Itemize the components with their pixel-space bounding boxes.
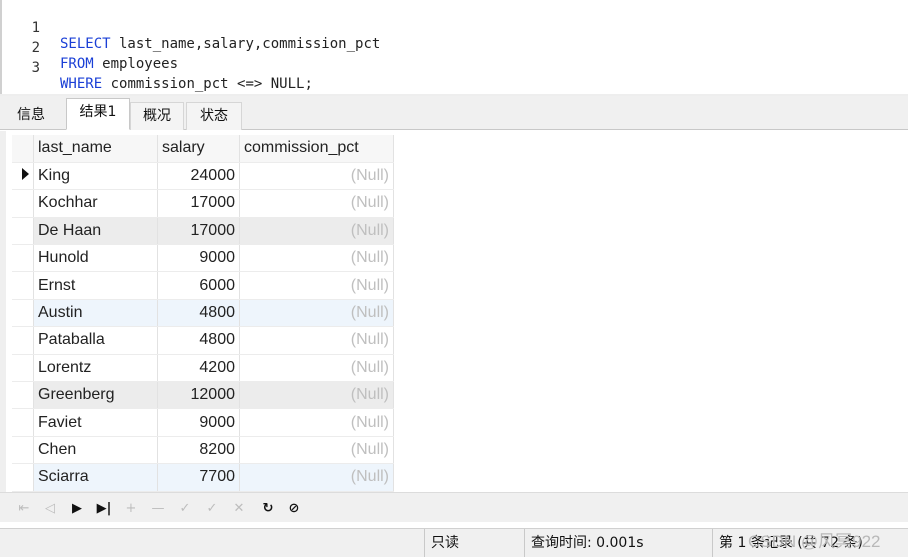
cell-salary[interactable]: 17000 bbox=[157, 189, 240, 218]
code-line-2: 2 FROM employees bbox=[2, 24, 178, 72]
cell-salary[interactable]: 9000 bbox=[157, 244, 240, 273]
edit-record-icon[interactable]: ✓ bbox=[175, 498, 195, 518]
cell-salary[interactable]: 12000 bbox=[157, 381, 240, 410]
cell-salary[interactable]: 9000 bbox=[157, 408, 240, 437]
line-number: 3 bbox=[31, 60, 40, 76]
results-grid: last_name salary commission_pct King 240… bbox=[0, 131, 908, 492]
cell-salary[interactable]: 6000 bbox=[157, 271, 240, 300]
cell-commission-pct[interactable]: (Null) bbox=[239, 463, 394, 492]
tab-status[interactable]: 状态 bbox=[186, 102, 242, 130]
cell-commission-pct[interactable]: (Null) bbox=[239, 162, 394, 191]
delete-record-icon[interactable]: — bbox=[148, 498, 168, 518]
add-record-icon[interactable]: + bbox=[121, 498, 141, 518]
sql-text: employees bbox=[93, 56, 179, 72]
table-row[interactable]: De Haan 17000 (Null) bbox=[12, 217, 394, 246]
cell-commission-pct[interactable]: (Null) bbox=[239, 217, 394, 246]
cell-last-name[interactable]: Ernst bbox=[33, 271, 158, 300]
cell-commission-pct[interactable]: (Null) bbox=[239, 271, 394, 300]
header-row: last_name salary commission_pct bbox=[12, 135, 394, 163]
table-row[interactable]: Pataballa 4800 (Null) bbox=[12, 326, 394, 355]
table-row[interactable]: Sciarra 7700 (Null) bbox=[12, 463, 394, 492]
sql-text: last_name,salary,commission_pct bbox=[110, 36, 381, 52]
cell-last-name[interactable]: Lorentz bbox=[33, 354, 158, 383]
status-read-only: 只读 bbox=[424, 529, 524, 557]
cell-salary[interactable]: 4200 bbox=[157, 354, 240, 383]
cell-last-name[interactable]: Chen bbox=[33, 436, 158, 465]
cell-commission-pct[interactable]: (Null) bbox=[239, 408, 394, 437]
result-tabs: 信息 结果1 概况 状态 bbox=[0, 96, 908, 130]
cancel-changes-icon[interactable]: ✕ bbox=[229, 498, 249, 518]
column-header-salary[interactable]: salary bbox=[157, 135, 240, 163]
cell-salary[interactable]: 7700 bbox=[157, 463, 240, 492]
code-line-3: 3 WHERE commission_pct <=> NULL; bbox=[2, 44, 313, 92]
cell-last-name[interactable]: Faviet bbox=[33, 408, 158, 437]
cell-commission-pct[interactable]: (Null) bbox=[239, 436, 394, 465]
cell-salary[interactable]: 4800 bbox=[157, 299, 240, 328]
current-row-arrow-icon bbox=[22, 168, 29, 181]
cell-last-name[interactable]: Kochhar bbox=[33, 189, 158, 218]
last-record-icon[interactable]: ▶| bbox=[94, 498, 114, 518]
cell-last-name[interactable]: King bbox=[33, 162, 158, 191]
cell-commission-pct[interactable]: (Null) bbox=[239, 326, 394, 355]
cell-last-name[interactable]: Greenberg bbox=[33, 381, 158, 410]
watermark: CSDN @风冥922 bbox=[748, 532, 881, 551]
cell-last-name[interactable]: De Haan bbox=[33, 217, 158, 246]
tab-result-1[interactable]: 结果1 bbox=[66, 98, 130, 130]
cell-last-name[interactable]: Pataballa bbox=[33, 326, 158, 355]
cell-last-name[interactable]: Sciarra bbox=[33, 463, 158, 492]
status-query-time: 查询时间: 0.001s bbox=[524, 529, 712, 557]
column-header-last-name[interactable]: last_name bbox=[33, 135, 158, 163]
table-row[interactable]: Lorentz 4200 (Null) bbox=[12, 354, 394, 383]
next-record-icon[interactable]: ▶ bbox=[67, 498, 87, 518]
table-row[interactable]: Kochhar 17000 (Null) bbox=[12, 189, 394, 218]
apply-changes-icon[interactable]: ✓ bbox=[202, 498, 222, 518]
first-record-icon[interactable]: ⇤ bbox=[14, 498, 34, 518]
prev-record-icon[interactable]: ◁ bbox=[40, 498, 60, 518]
table-row[interactable]: Ernst 6000 (Null) bbox=[12, 271, 394, 300]
cell-commission-pct[interactable]: (Null) bbox=[239, 354, 394, 383]
results-table: last_name salary commission_pct King 240… bbox=[12, 135, 394, 492]
cell-salary[interactable]: 17000 bbox=[157, 217, 240, 246]
cell-commission-pct[interactable]: (Null) bbox=[239, 244, 394, 273]
code-line-1: 1 SELECT last_name,salary,commission_pct bbox=[2, 4, 381, 52]
stop-icon[interactable]: ⊘ bbox=[284, 498, 304, 518]
sql-editor[interactable]: 1 SELECT last_name,salary,commission_pct… bbox=[0, 0, 908, 94]
table-row[interactable]: King 24000 (Null) bbox=[12, 162, 394, 191]
table-row[interactable]: Hunold 9000 (Null) bbox=[12, 244, 394, 273]
table-row[interactable]: Austin 4800 (Null) bbox=[12, 299, 394, 328]
tab-info[interactable]: 信息 bbox=[8, 102, 54, 130]
sql-keyword: SELECT bbox=[60, 36, 111, 52]
sql-keyword: FROM bbox=[60, 56, 94, 72]
cell-salary[interactable]: 8200 bbox=[157, 436, 240, 465]
row-indicator-header bbox=[12, 135, 34, 163]
cell-last-name[interactable]: Hunold bbox=[33, 244, 158, 273]
table-row[interactable]: Chen 8200 (Null) bbox=[12, 436, 394, 465]
cell-commission-pct[interactable]: (Null) bbox=[239, 381, 394, 410]
status-empty-section bbox=[0, 529, 424, 557]
table-row[interactable]: Faviet 9000 (Null) bbox=[12, 408, 394, 437]
sql-text: commission_pct <=> NULL; bbox=[102, 76, 313, 92]
current-row-indicator bbox=[12, 162, 34, 191]
cell-salary[interactable]: 4800 bbox=[157, 326, 240, 355]
cell-salary[interactable]: 24000 bbox=[157, 162, 240, 191]
sql-keyword: WHERE bbox=[60, 76, 103, 92]
tab-profile[interactable]: 概况 bbox=[130, 102, 184, 130]
cell-commission-pct[interactable]: (Null) bbox=[239, 299, 394, 328]
column-header-commission-pct[interactable]: commission_pct bbox=[239, 135, 394, 163]
record-navigation-bar: ⇤ ◁ ▶ ▶| + — ✓ ✓ ✕ ↻ ⊘ bbox=[0, 492, 908, 522]
cell-commission-pct[interactable]: (Null) bbox=[239, 189, 394, 218]
table-row[interactable]: Greenberg 12000 (Null) bbox=[12, 381, 394, 410]
refresh-icon[interactable]: ↻ bbox=[258, 498, 278, 518]
cell-last-name[interactable]: Austin bbox=[33, 299, 158, 328]
